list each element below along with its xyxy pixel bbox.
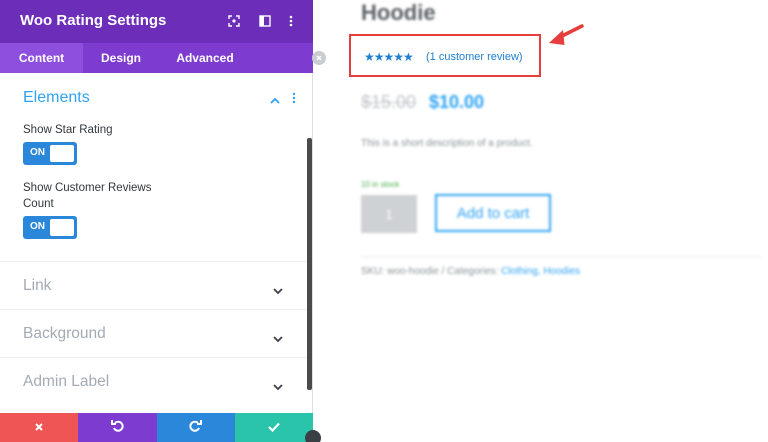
panel-footer	[0, 413, 313, 442]
group-title-elements[interactable]: Elements	[23, 89, 90, 107]
resize-handle[interactable]	[305, 430, 321, 442]
panel-header: Woo Rating Settings	[0, 0, 313, 43]
split-view-icon[interactable]	[257, 13, 273, 29]
product-title: Hoodie	[361, 0, 436, 25]
chevron-up-icon[interactable]	[270, 92, 280, 110]
show-star-rating-label: Show Star Rating	[23, 124, 113, 136]
undo-icon	[110, 419, 124, 437]
discard-button[interactable]	[0, 413, 79, 442]
toggle-state-label: ON	[30, 147, 45, 158]
chevron-down-icon[interactable]	[273, 330, 283, 348]
toggle-knob	[50, 219, 74, 236]
redo-icon	[189, 419, 203, 437]
save-button[interactable]	[234, 413, 313, 442]
panel-tabs: Content Design Advanced	[0, 43, 313, 73]
category-links[interactable]: Clothing, Hoodies	[501, 266, 580, 277]
undo-button[interactable]	[78, 413, 157, 442]
group-title-background[interactable]: Background	[23, 325, 106, 343]
check-icon	[268, 419, 280, 437]
quantity-input[interactable]: 1	[361, 195, 417, 233]
divider	[0, 357, 307, 358]
chevron-down-icon[interactable]	[273, 282, 283, 300]
toggle-state-label: ON	[30, 221, 45, 232]
product-meta: SKU: woo-hoodie / Categories: Clothing, …	[361, 266, 580, 277]
group-title-link[interactable]: Link	[23, 277, 51, 295]
tab-content[interactable]: Content	[0, 43, 83, 73]
page-preview: Hoodie ★★★★★ (1 customer review) $15.00 …	[314, 0, 768, 442]
show-reviews-count-toggle[interactable]: ON	[23, 216, 77, 239]
short-description: This is a short description of a product…	[361, 138, 533, 149]
panel-title: Woo Rating Settings	[20, 12, 167, 29]
tab-design[interactable]: Design	[83, 43, 159, 73]
stock-status: 10 in stock	[361, 180, 400, 189]
old-price: $15.00	[361, 92, 417, 112]
divider	[0, 309, 307, 310]
panel-scrollbar[interactable]	[307, 138, 312, 390]
divider	[0, 261, 307, 262]
divider	[361, 256, 761, 257]
add-to-cart-button[interactable]: Add to cart	[435, 194, 551, 232]
focus-icon[interactable]	[226, 13, 242, 29]
star-rating-icon: ★★★★★	[364, 50, 414, 64]
group-more-icon[interactable]	[292, 91, 296, 109]
redo-button[interactable]	[156, 413, 235, 442]
show-star-rating-toggle[interactable]: ON	[23, 142, 77, 165]
rating-highlight-box: ★★★★★ (1 customer review)	[349, 34, 541, 77]
sale-price: $10.00	[429, 92, 485, 112]
chevron-down-icon[interactable]	[273, 378, 283, 396]
tab-advanced[interactable]: Advanced	[159, 43, 251, 73]
close-icon	[34, 419, 44, 437]
sku-text: SKU: woo-hoodie / Categories:	[361, 266, 502, 277]
settings-panel: Woo Rating Settings Content Design Advan…	[0, 0, 313, 442]
show-reviews-count-label: Show Customer Reviews Count	[23, 182, 152, 210]
toggle-knob	[50, 145, 74, 162]
group-title-admin-label[interactable]: Admin Label	[23, 373, 109, 391]
arrow-pointer-icon	[546, 22, 586, 53]
more-vertical-icon[interactable]	[283, 13, 299, 29]
customer-review-link[interactable]: (1 customer review)	[426, 51, 523, 63]
